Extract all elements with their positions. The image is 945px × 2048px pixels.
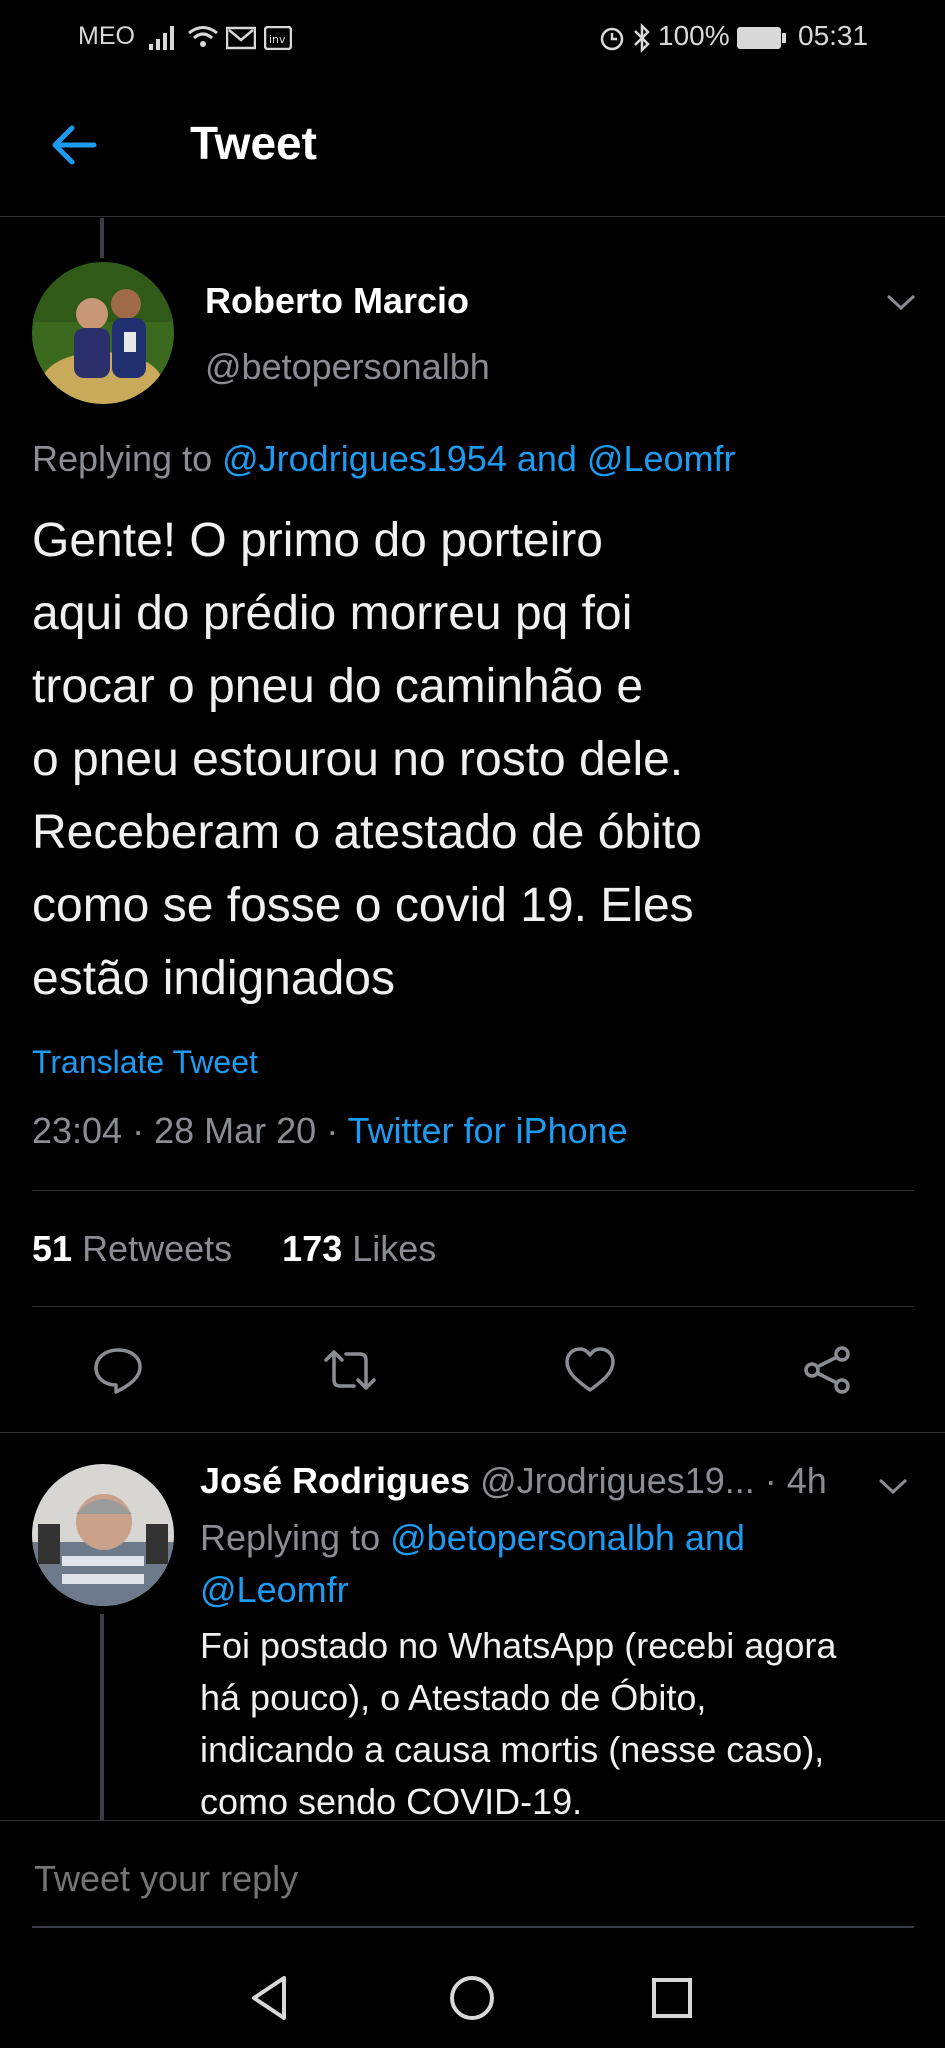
replying-to-mentions[interactable]: @Jrodrigues1954 and @Leomfr bbox=[222, 438, 735, 479]
reply-author-avatar[interactable] bbox=[32, 1464, 174, 1606]
svg-text:inv: inv bbox=[269, 33, 286, 46]
reply-text-line: Foi postado no WhatsApp (recebi agora bbox=[200, 1625, 837, 1666]
stats-divider bbox=[32, 1306, 914, 1307]
author-name[interactable]: Roberto Marcio bbox=[205, 280, 469, 322]
tweet-time: 23:04 bbox=[32, 1110, 123, 1151]
tweet-text-line: trocar o pneu do caminhão e bbox=[32, 660, 644, 713]
reply-input[interactable] bbox=[32, 1850, 896, 1908]
engagement-stats: 51 Retweets 173 Likes bbox=[32, 1228, 436, 1270]
composer-top-divider bbox=[0, 1820, 945, 1821]
clock-time: 05:31 bbox=[798, 20, 869, 51]
battery-percent: 100% bbox=[658, 20, 730, 51]
nav-back-icon[interactable] bbox=[240, 1968, 300, 2028]
retweets-label: Retweets bbox=[82, 1228, 233, 1269]
tweet-text-line: como se fosse o covid 19. Eles bbox=[32, 879, 694, 932]
reply-author-name[interactable]: José Rodrigues bbox=[200, 1460, 470, 1501]
tweet-date: 28 Mar 20 bbox=[154, 1110, 317, 1151]
reply-replying-prefix: Replying to bbox=[200, 1517, 381, 1558]
reply-icon[interactable] bbox=[90, 1342, 146, 1398]
page-title: Tweet bbox=[190, 117, 317, 169]
tweet-text-line: Gente! O primo do porteiro bbox=[32, 514, 603, 567]
reply-composer bbox=[0, 1820, 945, 2048]
alarm-icon bbox=[600, 27, 624, 51]
mail-notification-icon bbox=[226, 26, 256, 50]
reply-age: · 4h bbox=[764, 1460, 827, 1501]
wifi-icon bbox=[188, 26, 218, 47]
likes-stat[interactable]: 173 Likes bbox=[282, 1228, 436, 1269]
app-notification-icon: inv bbox=[264, 26, 292, 50]
retweets-stat[interactable]: 51 Retweets bbox=[32, 1228, 232, 1269]
replying-prefix: Replying to bbox=[32, 438, 213, 479]
tweet-meta: 23:04 · 28 Mar 20 · Twitter for iPhone bbox=[32, 1110, 628, 1151]
reply-author-handle[interactable]: @Jrodrigues19... bbox=[480, 1460, 755, 1501]
reply-text-line: indicando a causa mortis (nesse caso), bbox=[200, 1729, 825, 1770]
author-avatar[interactable] bbox=[32, 262, 174, 404]
tweet-text-line: estão indignados bbox=[32, 952, 395, 1005]
reply-replying-to-mention[interactable]: @betopersonalbh and bbox=[390, 1517, 745, 1558]
translate-tweet-link[interactable]: Translate Tweet bbox=[32, 1044, 258, 1081]
reply-thread-line bbox=[100, 1614, 104, 1820]
back-arrow-icon[interactable] bbox=[46, 118, 100, 172]
share-icon[interactable] bbox=[800, 1342, 856, 1398]
chevron-down-icon[interactable] bbox=[884, 290, 918, 314]
retweet-icon[interactable] bbox=[322, 1342, 378, 1398]
meta-divider bbox=[32, 1190, 914, 1191]
thread-line-top bbox=[100, 218, 104, 258]
reply-replying-to-mention[interactable]: @Leomfr bbox=[200, 1564, 745, 1616]
likes-count: 173 bbox=[282, 1228, 343, 1269]
like-icon[interactable] bbox=[562, 1342, 618, 1398]
retweets-count: 51 bbox=[32, 1228, 73, 1269]
replying-to-line: Replying to @Jrodrigues1954 and @Leomfr bbox=[32, 438, 736, 480]
tweet-text: Gente! O primo do porteiro aqui do prédi… bbox=[32, 504, 912, 1015]
actions-divider bbox=[0, 1432, 945, 1433]
reply-replying-to: Replying to @betopersonalbh and @Leomfr bbox=[200, 1512, 745, 1616]
composer-underline bbox=[32, 1926, 914, 1928]
battery-icon bbox=[737, 27, 786, 49]
tweet-text-line: o pneu estourou no rosto dele. bbox=[32, 733, 684, 786]
carrier-label: MEO bbox=[78, 22, 135, 50]
likes-label: Likes bbox=[352, 1228, 437, 1269]
tweet-text-line: aqui do prédio morreu pq foi bbox=[32, 587, 633, 640]
bluetooth-icon bbox=[634, 22, 650, 54]
signal-icon bbox=[149, 26, 174, 50]
header-divider bbox=[0, 216, 945, 217]
tweet-source[interactable]: Twitter for iPhone bbox=[348, 1110, 628, 1151]
reply-text: Foi postado no WhatsApp (recebi agora há… bbox=[200, 1620, 910, 1828]
nav-home-icon[interactable] bbox=[442, 1968, 502, 2028]
reply-text-line: há pouco), o Atestado de Óbito, bbox=[200, 1677, 707, 1718]
status-bar: MEO inv 100% 05:31 bbox=[0, 18, 945, 54]
reply-chevron-down-icon[interactable] bbox=[876, 1474, 910, 1498]
tweet-text-line: Receberam o atestado de óbito bbox=[32, 806, 702, 859]
nav-recents-icon[interactable] bbox=[642, 1968, 702, 2028]
author-handle[interactable]: @betopersonalbh bbox=[205, 346, 490, 388]
reply-header: José Rodrigues @Jrodrigues19... · 4h bbox=[200, 1460, 827, 1502]
